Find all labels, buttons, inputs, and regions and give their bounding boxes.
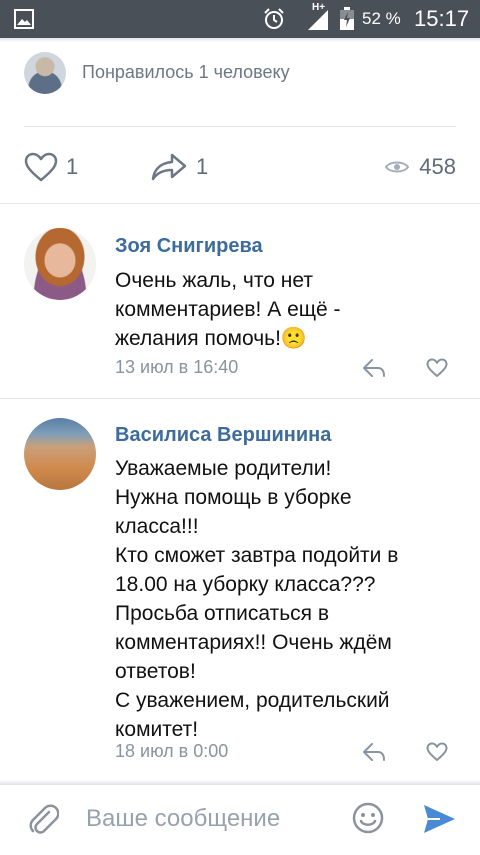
battery-icon <box>340 7 354 30</box>
heart-icon <box>24 152 58 182</box>
comment-author-avatar[interactable] <box>24 418 96 490</box>
heart-icon[interactable] <box>426 358 448 378</box>
comment-date: 18 июл в 0:00 <box>115 741 229 761</box>
clock: 15:17 <box>414 6 470 31</box>
share-icon <box>151 153 187 181</box>
comment-author-name[interactable]: Зоя Снигирева <box>115 235 263 258</box>
gallery-icon <box>14 9 34 29</box>
views-counter: 458 <box>385 150 456 184</box>
heart-icon[interactable] <box>426 742 448 762</box>
liked-by-avatar[interactable] <box>24 52 66 94</box>
comment-author-name[interactable]: Василиса Вершинина <box>115 424 331 447</box>
emoji-icon[interactable] <box>352 802 384 834</box>
like-button[interactable]: 1 <box>24 150 78 184</box>
divider <box>0 398 480 399</box>
sad-emoji: 🙁 <box>280 326 308 350</box>
header-shadow <box>0 38 480 42</box>
liked-by-text[interactable]: Понравилось 1 человеку <box>82 62 290 83</box>
comment-text: Очень жаль, что нет комментариев! А ещё … <box>115 266 465 353</box>
status-bar: H+ 52 % 15:17 <box>0 0 480 38</box>
alarm-icon <box>264 8 284 29</box>
eye-icon <box>385 161 410 173</box>
message-input[interactable] <box>86 801 336 837</box>
send-icon[interactable] <box>422 803 456 835</box>
message-composer <box>0 784 480 855</box>
comment-date: 13 июл в 16:40 <box>115 357 239 377</box>
divider <box>0 203 480 204</box>
battery-percent: 52 % <box>362 9 401 28</box>
signal-icon <box>308 10 328 30</box>
share-button[interactable]: 1 <box>150 150 208 184</box>
likes-count: 1 <box>66 154 79 179</box>
reply-icon[interactable] <box>362 358 386 378</box>
reply-icon[interactable] <box>362 742 386 762</box>
comment-author-avatar[interactable] <box>24 228 96 300</box>
divider <box>24 126 456 127</box>
attach-icon[interactable] <box>27 803 59 837</box>
views-count: 458 <box>419 154 456 179</box>
shares-count: 1 <box>196 154 209 179</box>
comment-text: Уважаемые родители! Нужна помощь в уборк… <box>115 457 399 741</box>
